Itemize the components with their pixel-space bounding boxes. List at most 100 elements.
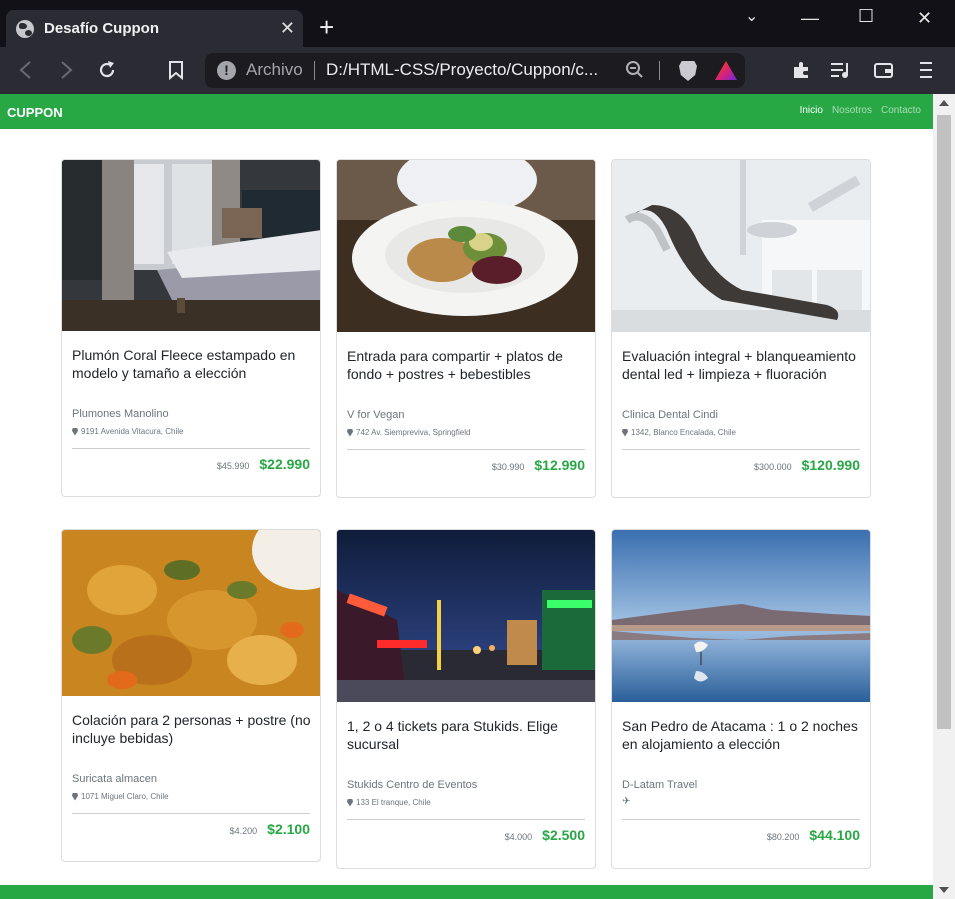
address-divider-2	[659, 61, 660, 80]
deal-title[interactable]: Plumón Coral Fleece estampado en modelo …	[72, 346, 312, 382]
scroll-up-arrow-icon[interactable]	[939, 100, 949, 106]
scrollbar-thumb[interactable]	[937, 115, 951, 729]
new-tab-button[interactable]: +	[319, 14, 334, 40]
address-scheme-label: Archivo	[246, 60, 303, 79]
flamingo-lagoon-image	[612, 530, 870, 702]
old-price: $300.000	[754, 462, 792, 472]
divider	[347, 819, 585, 820]
map-marker-icon	[347, 798, 353, 807]
old-price: $4.000	[504, 832, 533, 842]
deal-prices: $45.990 $22.990	[217, 456, 310, 472]
deal-address-text: 133 El tranque, Chile	[356, 798, 431, 807]
map-marker-icon	[622, 428, 628, 437]
media-playlist-icon[interactable]	[830, 61, 852, 79]
brave-rewards-icon[interactable]	[715, 61, 737, 80]
old-price: $45.990	[216, 461, 250, 471]
divider	[72, 448, 310, 449]
deal-card[interactable]: Plumón Coral Fleece estampado en modelo …	[61, 159, 321, 497]
address-divider	[314, 61, 315, 80]
divider	[347, 449, 585, 450]
globe-icon	[16, 19, 34, 38]
brave-shields-icon[interactable]	[679, 61, 697, 81]
old-price: $80.200	[766, 832, 800, 842]
deal-vendor: Stukids Centro de Eventos	[347, 779, 478, 791]
deal-title[interactable]: 1, 2 o 4 tickets para Stukids. Elige suc…	[347, 717, 587, 753]
tab-title: Desafío Cuppon	[44, 20, 159, 37]
new-price: $12.990	[534, 457, 585, 473]
deal-address: 9191 Avenida Vitacura, Chile	[72, 427, 183, 436]
browser-tab[interactable]: Desafío Cuppon ✕	[6, 10, 303, 47]
deal-card[interactable]: Entrada para compartir + platos de fondo…	[336, 159, 596, 498]
divider	[622, 449, 860, 450]
dental-chair-image	[612, 160, 870, 332]
deal-address-text: 1342, Blanco Encalada, Chile	[631, 428, 736, 437]
new-price: $2.500	[542, 827, 585, 843]
deal-address: 1342, Blanco Encalada, Chile	[622, 428, 736, 437]
site-navbar: CUPPON Inicio Nosotros Contacto	[0, 94, 933, 129]
zoom-out-icon[interactable]	[625, 59, 645, 81]
browser-tab-strip: Desafío Cuppon ✕ + ⌄ — ☐ ✕	[0, 0, 955, 47]
tab-close-icon[interactable]: ✕	[280, 18, 295, 39]
extensions-icon[interactable]	[791, 60, 811, 80]
menu-icon[interactable]	[919, 61, 933, 79]
food-dish-image	[62, 530, 320, 696]
bed-image	[62, 160, 320, 331]
divider	[72, 813, 310, 814]
deal-title[interactable]: Evaluación integral + blanqueamiento den…	[622, 347, 862, 383]
deal-vendor: D-Latam Travel	[622, 779, 698, 791]
address-url[interactable]: D:/HTML-CSS/Proyecto/Cuppon/c...	[326, 60, 598, 80]
deal-prices: $4.200 $2.100	[230, 821, 310, 837]
map-marker-icon	[72, 427, 78, 436]
site-footer	[0, 885, 933, 899]
wallet-icon[interactable]	[873, 61, 895, 79]
map-marker-icon	[72, 792, 78, 801]
new-price: $22.990	[259, 456, 310, 472]
tab-search-chevron-icon[interactable]: ⌄	[745, 6, 758, 26]
deal-address: ✈	[622, 796, 633, 807]
deal-title[interactable]: Colación para 2 personas + postre (no in…	[72, 711, 312, 747]
plane-icon: ✈	[622, 796, 631, 807]
old-price: $4.200	[229, 826, 258, 836]
site-info-icon[interactable]: !	[217, 61, 236, 80]
deal-address-text: 742 Av. Siempreviva, Springfield	[356, 428, 471, 437]
site-brand[interactable]: CUPPON	[7, 105, 63, 120]
deal-card[interactable]: San Pedro de Atacama : 1 o 2 noches en a…	[611, 529, 871, 869]
deal-card[interactable]: 1, 2 o 4 tickets para Stukids. Elige suc…	[336, 529, 596, 869]
nav-link-contacto[interactable]: Contacto	[881, 105, 921, 116]
deal-title[interactable]: Entrada para compartir + platos de fondo…	[347, 347, 587, 383]
bookmark-icon[interactable]	[168, 60, 184, 80]
deal-card[interactable]: Evaluación integral + blanqueamiento den…	[611, 159, 871, 498]
forward-icon[interactable]	[60, 61, 74, 79]
browser-toolbar: ! Archivo D:/HTML-CSS/Proyecto/Cuppon/c.…	[0, 47, 955, 94]
deal-vendor: V for Vegan	[347, 409, 405, 421]
nav-link-nosotros[interactable]: Nosotros	[832, 105, 872, 116]
new-price: $44.100	[809, 827, 860, 843]
close-window-button[interactable]: ✕	[917, 8, 932, 29]
minimize-button[interactable]: —	[801, 8, 819, 29]
deal-address-text: 1071 Miguel Claro, Chile	[81, 792, 169, 801]
nav-links: Inicio Nosotros Contacto	[800, 105, 921, 116]
scroll-down-arrow-icon[interactable]	[939, 887, 949, 893]
deal-address: 742 Av. Siempreviva, Springfield	[347, 428, 470, 437]
deal-title[interactable]: San Pedro de Atacama : 1 o 2 noches en a…	[622, 717, 862, 753]
divider	[622, 819, 860, 820]
nav-link-inicio[interactable]: Inicio	[800, 105, 823, 116]
page-scrollbar[interactable]	[933, 94, 955, 899]
address-bar[interactable]: ! Archivo D:/HTML-CSS/Proyecto/Cuppon/c.…	[205, 53, 745, 88]
deal-prices: $4.000 $2.500	[505, 827, 585, 843]
deal-address: 1071 Miguel Claro, Chile	[72, 792, 169, 801]
deal-prices: $300.000 $120.990	[754, 457, 860, 473]
deal-prices: $30.990 $12.990	[492, 457, 585, 473]
maximize-button[interactable]: ☐	[858, 6, 874, 27]
deal-vendor: Plumones Manolino	[72, 408, 169, 420]
deal-card[interactable]: Colación para 2 personas + postre (no in…	[61, 529, 321, 862]
food-plate-image	[337, 160, 595, 332]
deal-vendor: Clinica Dental Cindi	[622, 409, 718, 421]
new-price: $120.990	[801, 457, 860, 473]
new-price: $2.100	[267, 821, 310, 837]
deal-address-text: 9191 Avenida Vitacura, Chile	[81, 427, 184, 436]
back-icon[interactable]	[18, 61, 32, 79]
deal-prices: $80.200 $44.100	[767, 827, 860, 843]
page-viewport: CUPPON Inicio Nosotros Contacto Plumón C…	[0, 94, 933, 899]
reload-icon[interactable]	[97, 60, 117, 80]
